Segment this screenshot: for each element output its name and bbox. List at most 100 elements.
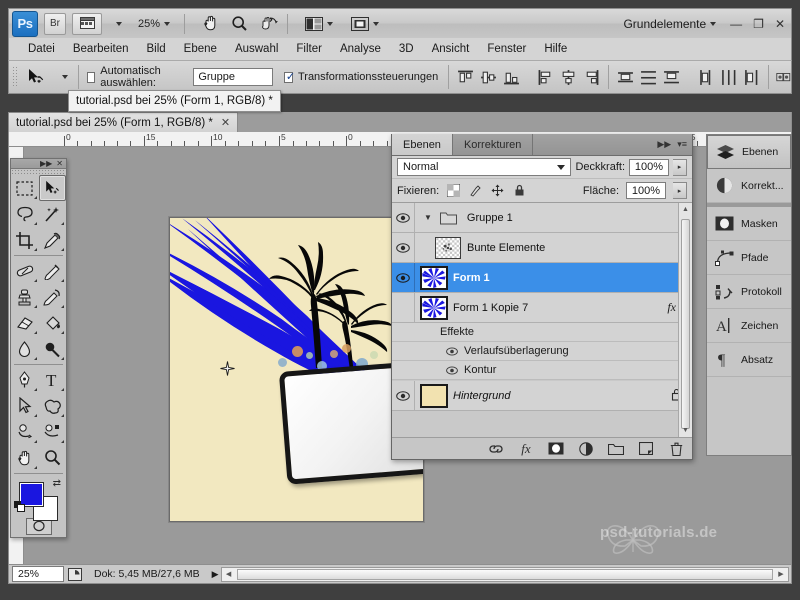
tab-ebenen[interactable]: Ebenen [392, 134, 453, 155]
tool-rectangular-marquee[interactable] [11, 175, 39, 201]
document-tab[interactable]: tutorial.psd bei 25% (Form 1, RGB/8) * ✕ [8, 112, 239, 132]
menu-analyse[interactable]: Analyse [331, 41, 390, 57]
tool-magic-wand[interactable] [39, 201, 67, 227]
close-icon[interactable]: ✕ [221, 116, 230, 129]
distribute-bottom-edges-icon[interactable] [663, 69, 680, 86]
menu-auswahl[interactable]: Auswahl [226, 41, 287, 57]
fill-stepper[interactable]: ▸ [673, 182, 687, 199]
lock-image-pixels-icon[interactable] [468, 183, 483, 198]
status-expand-arrow-icon[interactable]: ▶ [212, 569, 219, 580]
new-adjustment-layer-icon[interactable] [578, 441, 594, 456]
tool-lasso[interactable] [11, 201, 39, 227]
zoom-tool-button[interactable] [229, 12, 250, 36]
rotate-view-tool-button[interactable] [258, 12, 280, 36]
zoom-input[interactable]: 25% [12, 566, 64, 582]
layer-thumbnail[interactable] [415, 265, 453, 290]
layer-visibility-toggle[interactable] [392, 381, 415, 410]
menu-datei[interactable]: Datei [19, 41, 64, 57]
tool-pen[interactable] [11, 367, 39, 393]
current-tool-button[interactable] [23, 64, 48, 90]
close-icon[interactable]: ✕ [56, 159, 63, 168]
sidebar-item-masken[interactable]: Masken [707, 207, 791, 241]
menu-fenster[interactable]: Fenster [478, 41, 535, 57]
collapse-toolbox-icon[interactable]: ▶▶ [40, 159, 52, 168]
tool-blur[interactable] [11, 336, 39, 362]
layer-thumbnail[interactable] [415, 383, 453, 408]
align-top-edges-icon[interactable] [457, 69, 474, 86]
toolbox-header[interactable]: ▶▶ ✕ [11, 159, 66, 170]
tool-clone-stamp[interactable] [11, 284, 39, 310]
options-bar-grip[interactable] [12, 66, 18, 88]
scrollbar-thumb[interactable] [681, 219, 690, 429]
view-extras-button[interactable] [72, 12, 102, 35]
close-button[interactable]: ✕ [775, 17, 785, 31]
fill-input[interactable]: 100% [626, 182, 666, 199]
tool-brush[interactable] [39, 258, 67, 284]
sidebar-item-protokoll[interactable]: Protokoll [707, 275, 791, 309]
tool-type[interactable]: T [39, 367, 67, 393]
distribute-top-edges-icon[interactable] [617, 69, 634, 86]
blend-mode-dropdown[interactable]: Normal [397, 158, 572, 176]
align-bottom-edges-icon[interactable] [503, 69, 520, 86]
tool-eyedropper[interactable] [39, 227, 67, 253]
tool-history-brush[interactable] [39, 284, 67, 310]
new-group-icon[interactable] [608, 441, 624, 456]
arrange-documents-button[interactable] [303, 12, 335, 36]
tool-3d-rotate[interactable] [11, 419, 39, 445]
scroll-left-arrow-icon[interactable]: ◀ [222, 570, 236, 578]
hand-tool-button[interactable] [200, 12, 221, 36]
tool-3d-orbit[interactable] [39, 419, 67, 445]
workspace-selector[interactable]: Grundelemente [623, 17, 717, 31]
menu-bearbeiten[interactable]: Bearbeiten [64, 41, 138, 57]
sidebar-item-ebenen[interactable]: Ebenen [707, 135, 791, 169]
lock-position-icon[interactable] [490, 183, 505, 198]
artwork-canvas[interactable] [169, 217, 424, 522]
layer-visibility-toggle[interactable] [392, 233, 415, 262]
layer-style-fx-icon[interactable]: fx [518, 441, 534, 456]
menu-filter[interactable]: Filter [287, 41, 331, 57]
scrollbar-thumb[interactable] [236, 568, 773, 580]
list-item[interactable]: Effekte [392, 323, 692, 342]
transform-controls-checkbox[interactable] [284, 70, 295, 83]
auto-select-target-dropdown[interactable]: Gruppe [193, 68, 273, 86]
distribute-vertical-centers-icon[interactable] [640, 69, 657, 86]
sidebar-item-pfade[interactable]: Pfade [707, 241, 791, 275]
layer-visibility-toggle[interactable] [392, 263, 415, 292]
eye-icon[interactable] [446, 346, 458, 356]
menu-hilfe[interactable]: Hilfe [535, 41, 576, 57]
scroll-up-arrow-icon[interactable]: ▲ [679, 203, 692, 216]
sidebar-item-korrekturen[interactable]: Korrekt... [707, 169, 791, 203]
align-horizontal-centers-icon[interactable] [560, 69, 577, 86]
bridge-button[interactable]: Br [44, 12, 66, 35]
layers-panel-scrollbar[interactable]: ▲ ▼ [678, 203, 692, 437]
table-row[interactable]: Hintergrund [392, 381, 692, 411]
delete-layer-icon[interactable] [668, 441, 684, 456]
distribute-right-edges-icon[interactable] [743, 69, 760, 86]
link-layers-icon[interactable] [488, 441, 504, 456]
tool-eraser[interactable] [11, 310, 39, 336]
menu-ansicht[interactable]: Ansicht [423, 41, 479, 57]
layer-thumbnail[interactable] [429, 236, 467, 259]
menu-3d[interactable]: 3D [390, 41, 423, 57]
tool-path-selection[interactable] [11, 393, 39, 419]
table-row[interactable]: Form 1 [392, 263, 692, 293]
lock-transparent-pixels-icon[interactable] [446, 183, 461, 198]
new-layer-icon[interactable] [638, 441, 654, 456]
layer-visibility-toggle[interactable] [392, 293, 415, 322]
distribute-horizontal-centers-icon[interactable] [720, 69, 737, 86]
layer-visibility-toggle[interactable] [392, 203, 415, 232]
opacity-stepper[interactable]: ▸ [673, 158, 687, 176]
tab-korrekturen[interactable]: Korrekturen [452, 134, 534, 155]
menu-ebene[interactable]: Ebene [175, 41, 226, 57]
tool-move[interactable] [38, 175, 66, 202]
list-item[interactable]: Verlaufsüberlagerung [392, 342, 692, 361]
align-left-edges-icon[interactable] [537, 69, 554, 86]
table-row[interactable]: ▼ Gruppe 1 [392, 203, 692, 233]
table-row[interactable]: Bunte Elemente [392, 233, 692, 263]
lock-all-icon[interactable] [512, 183, 527, 198]
table-row[interactable]: Form 1 Kopie 7 fx [392, 293, 692, 323]
collapse-panel-icon[interactable]: ▶▶ [657, 139, 671, 150]
auto-select-checkbox[interactable] [86, 71, 96, 83]
scroll-down-arrow-icon[interactable]: ▼ [679, 424, 692, 437]
tool-zoom[interactable] [39, 445, 67, 471]
